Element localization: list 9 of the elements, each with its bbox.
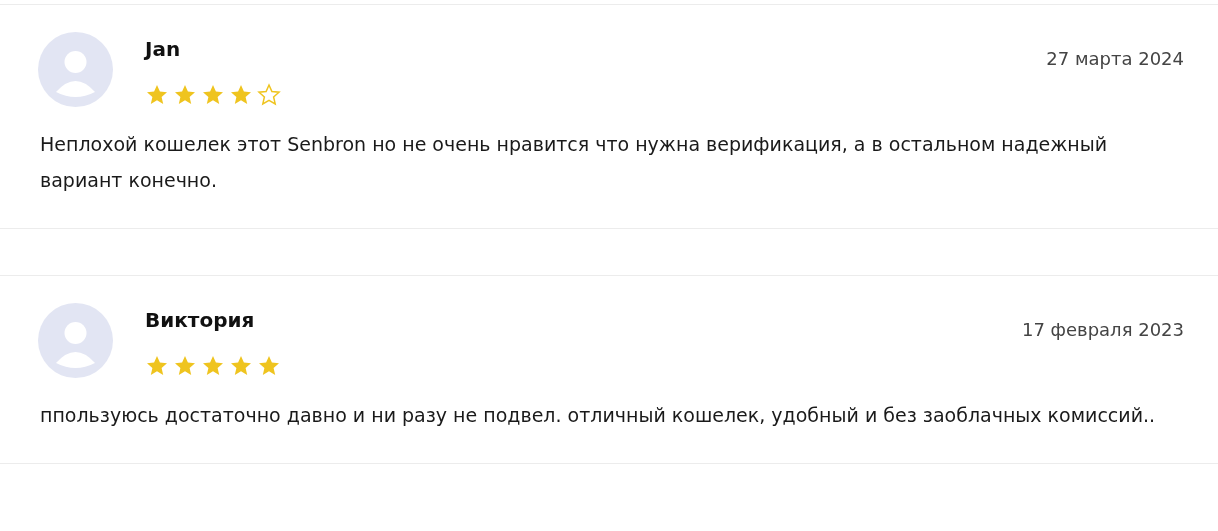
avatar-icon xyxy=(38,303,113,378)
empty-star-icon xyxy=(257,83,281,107)
review-date: 27 марта 2024 xyxy=(1046,48,1184,69)
review-text: Неплохой кошелек этот Senbron но не очень нравится что нужна верификация, а в остальном надежный вариант конечно. xyxy=(40,132,1109,193)
author-name: Виктория xyxy=(145,307,256,334)
review-date: 17 февраля 2023 xyxy=(1021,319,1184,340)
avatar-icon xyxy=(38,32,113,107)
author-name: Jan xyxy=(145,36,182,63)
review-text: ппользуюсь достаточно давно и ни разу не подвел. отличный кошелек, удобный и без заоблачных комиссий.. xyxy=(40,403,1157,428)
